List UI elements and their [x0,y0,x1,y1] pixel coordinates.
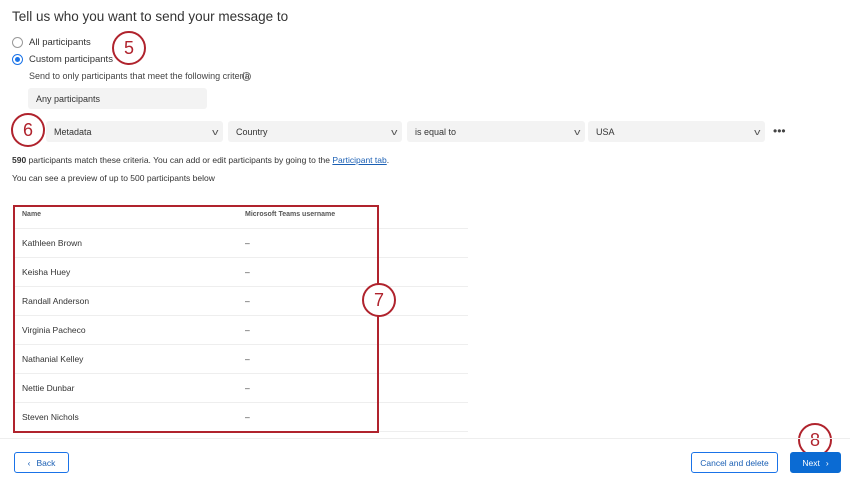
value-dropdown[interactable]: USA v [588,121,765,142]
summary-end: . [386,155,390,165]
match-type-select[interactable]: Any participants [28,88,207,109]
field-type-dropdown[interactable]: Metadata v [46,121,223,142]
field-value: Country [236,126,268,137]
custom-participants-label[interactable]: Custom participants [29,54,113,65]
chevron-down-icon: v [211,126,218,137]
preview-note: You can see a preview of up to 500 parti… [12,173,215,183]
all-participants-radio[interactable] [12,37,23,48]
match-summary: 590 participants match these criteria. Y… [12,155,389,165]
chevron-down-icon: v [573,126,580,137]
operator-value: is equal to [415,126,457,137]
value-value: USA [596,126,615,137]
back-button[interactable]: ‹ Back [14,452,69,473]
criteria-description: Send to only participants that meet the … [29,71,250,81]
chevron-down-icon: v [390,126,397,137]
chevron-down-icon: v [753,126,760,137]
field-dropdown[interactable]: Country v [228,121,402,142]
cancel-and-delete-button[interactable]: Cancel and delete [691,452,778,473]
more-options-icon[interactable]: ••• [773,124,786,138]
info-icon[interactable]: i [242,72,251,81]
operator-dropdown[interactable]: is equal to v [407,121,585,142]
custom-participants-radio[interactable] [12,54,23,65]
chevron-left-icon: ‹ [27,457,31,468]
table-highlight-box [13,205,379,433]
match-count: 590 [12,155,27,165]
all-participants-label[interactable]: All participants [29,37,91,48]
callout-7: 7 [362,283,396,317]
next-button[interactable]: Next › [790,452,841,473]
page-title: Tell us who you want to send your messag… [12,9,289,24]
participant-tab-link[interactable]: Participant tab [332,155,386,165]
footer-divider [0,438,850,439]
chevron-right-icon: › [825,457,829,468]
field-type-value: Metadata [54,126,92,137]
next-label: Next [802,457,820,468]
match-type-value: Any participants [36,93,101,104]
summary-text: participants match these criteria. You c… [26,155,333,165]
callout-6: 6 [11,113,45,147]
back-label: Back [36,457,56,468]
callout-5: 5 [112,31,146,65]
